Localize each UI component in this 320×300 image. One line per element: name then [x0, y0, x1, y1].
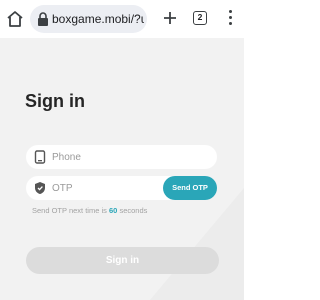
phone-input[interactable] [52, 147, 182, 167]
signin-button[interactable]: Sign in [26, 247, 219, 274]
address-bar[interactable]: boxgame.mobi/?us [30, 5, 147, 33]
home-icon[interactable] [5, 9, 25, 29]
hint-suffix: seconds [119, 206, 148, 215]
more-vert-icon[interactable] [227, 10, 233, 28]
phone-field[interactable] [26, 145, 217, 169]
lock-icon[interactable] [37, 12, 49, 26]
otp-countdown-hint: Send OTP next time is 60 seconds [32, 206, 147, 215]
page-title: Sign in [25, 91, 85, 111]
shield-icon [35, 182, 45, 194]
url-text[interactable]: boxgame.mobi/?us [52, 12, 144, 26]
tab-count: 2 [197, 12, 203, 22]
otp-field[interactable]: Send OTP [26, 176, 217, 200]
plus-icon[interactable] [162, 10, 178, 26]
phone-icon [34, 150, 46, 164]
signin-page: Sign in Send OTP Send OTP next time is 6… [0, 38, 244, 300]
hint-prefix: Send OTP next time is [32, 206, 107, 215]
send-otp-button[interactable]: Send OTP [163, 176, 217, 200]
tab-switcher-icon[interactable]: 2 [193, 11, 207, 25]
browser-toolbar: boxgame.mobi/?us 2 [0, 0, 244, 38]
hint-seconds: 60 [109, 206, 118, 215]
